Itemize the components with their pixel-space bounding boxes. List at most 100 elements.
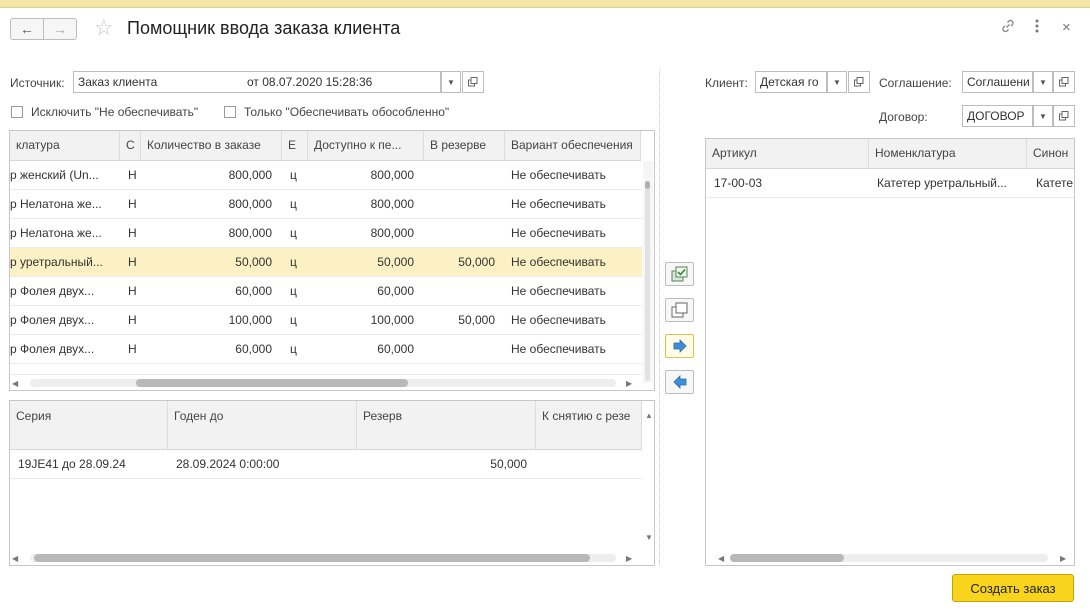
table-row[interactable]: р уретральный... Н 50,000 ц 50,000 50,000 Не о… xyxy=(10,248,642,277)
column-header[interactable]: Годен до xyxy=(168,401,357,450)
source-label: Источник: xyxy=(10,76,65,90)
copy-button[interactable] xyxy=(665,298,694,322)
only-separate-checkbox[interactable] xyxy=(224,106,236,118)
column-header[interactable]: В резерве xyxy=(424,131,505,161)
scroll-left-icon[interactable]: ◀ xyxy=(718,554,724,563)
favorite-star-icon[interactable]: ☆ xyxy=(94,15,114,41)
arrow-right-icon: → xyxy=(53,21,67,37)
unit-cell: ц xyxy=(290,284,297,298)
agreement-open-button[interactable] xyxy=(1053,71,1075,93)
order-lines-table[interactable]: Артикул Номенклатура Синон 17-00-03 Кате… xyxy=(705,138,1075,566)
table-row[interactable]: р женский (Un... Н 800,000 ц 800,000 Не обесп… xyxy=(10,161,642,190)
scroll-left-icon[interactable]: ◀ xyxy=(12,379,18,388)
client-field[interactable]: Детская го xyxy=(755,71,827,93)
arrow-right-icon xyxy=(673,339,687,353)
close-icon[interactable]: × xyxy=(1062,19,1071,36)
table-row[interactable]: р Фолея двух... Н 60,000 ц 60,000 Не обеспечи… xyxy=(10,335,642,364)
column-header[interactable]: Серия xyxy=(10,401,168,450)
column-header[interactable]: К снятию с резе xyxy=(536,401,642,450)
move-right-button[interactable] xyxy=(665,334,694,358)
back-button[interactable]: ← xyxy=(10,18,44,40)
table-row[interactable]: р Нелатона же... Н 800,000 ц 800,000 Не обесп… xyxy=(10,219,642,248)
column-header[interactable]: Количество в заказе xyxy=(141,131,282,161)
available-cell: 100,000 xyxy=(370,313,414,327)
chevron-down-icon: ▼ xyxy=(833,77,841,87)
unit-cell: ц xyxy=(290,342,297,356)
supply-option-cell: Не обеспечивать xyxy=(511,168,606,182)
nomenclature-cell: р Фолея двух... xyxy=(10,284,95,298)
nomenclature-cell: р Фолея двух... xyxy=(10,313,95,327)
column-header[interactable]: Доступно к пе... xyxy=(308,131,424,161)
scroll-right-icon[interactable]: ▶ xyxy=(1060,554,1066,563)
column-header[interactable]: Синон xyxy=(1027,139,1074,169)
scroll-up-icon[interactable]: ▲ xyxy=(645,411,653,420)
vertical-scroll-thumb[interactable] xyxy=(645,181,650,189)
series-table[interactable]: Серия Годен до Резерв К снятию с резе 19… xyxy=(9,400,655,566)
scroll-right-icon[interactable]: ▶ xyxy=(626,379,632,388)
column-header[interactable]: Е xyxy=(282,131,308,161)
panel-divider xyxy=(659,70,660,565)
table-row-partial[interactable] xyxy=(10,364,642,375)
type-cell: Н xyxy=(128,313,137,327)
ordered-qty-cell: 800,000 xyxy=(228,168,272,182)
expiry-cell: 28.09.2024 0:00:00 xyxy=(176,457,280,471)
type-cell: Н xyxy=(128,226,137,240)
article-cell: 17-00-03 xyxy=(714,176,763,190)
unit-cell: ц xyxy=(290,226,297,240)
create-order-button[interactable]: Создать заказ xyxy=(952,574,1074,602)
contract-field[interactable]: ДОГОВОР xyxy=(962,105,1033,127)
agreement-label: Соглашение: xyxy=(879,76,952,90)
column-header[interactable]: С xyxy=(120,131,141,161)
horizontal-scroll-track xyxy=(30,379,616,387)
forward-button[interactable]: → xyxy=(43,18,77,40)
release-cell xyxy=(536,450,642,478)
open-icon xyxy=(468,77,478,87)
nomenclature-cell: р Нелатона же... xyxy=(10,197,102,211)
exclude-checkbox-label: Исключить "Не обеспечивать" xyxy=(31,105,199,119)
add-all-button[interactable] xyxy=(665,262,694,286)
column-header[interactable]: Артикул xyxy=(706,139,869,169)
client-open-button[interactable] xyxy=(848,71,870,93)
table-row[interactable]: 17-00-03 Катетер уретральный... Катете xyxy=(706,169,1074,198)
source-open-button[interactable] xyxy=(462,71,484,93)
vertical-scrollbar[interactable] xyxy=(643,161,653,383)
goods-table[interactable]: клатура С Количество в заказе Е Доступно… xyxy=(9,130,655,391)
scroll-right-icon[interactable]: ▶ xyxy=(626,554,632,563)
agreement-dropdown-button[interactable]: ▼ xyxy=(1033,71,1053,93)
horizontal-scroll-thumb[interactable] xyxy=(136,379,408,387)
column-header[interactable]: Номенклатура xyxy=(869,139,1027,169)
vertical-scrollbar[interactable]: ▲ ▼ xyxy=(643,401,654,565)
chevron-down-icon: ▼ xyxy=(447,77,455,87)
series-cell: 19JE41 до 28.09.24 xyxy=(18,457,126,471)
column-header[interactable]: Вариант обеспечения xyxy=(505,131,641,161)
horizontal-scroll-thumb[interactable] xyxy=(730,554,844,562)
ordered-qty-cell: 100,000 xyxy=(228,313,272,327)
reserved-cell: 50,000 xyxy=(458,313,495,327)
scroll-down-icon[interactable]: ▼ xyxy=(645,533,653,542)
supply-option-cell: Не обеспечивать xyxy=(511,284,606,298)
supply-option-cell: Не обеспечивать xyxy=(511,226,606,240)
client-dropdown-button[interactable]: ▼ xyxy=(827,71,847,93)
more-menu-icon[interactable] xyxy=(1034,18,1040,39)
horizontal-scrollbar[interactable]: ◀ ▶ xyxy=(706,551,1074,565)
only-separate-checkbox-label: Только "Обеспечивать обособленно" xyxy=(244,105,450,119)
horizontal-scroll-thumb[interactable] xyxy=(34,554,590,562)
agreement-field[interactable]: Соглашени xyxy=(962,71,1033,93)
horizontal-scrollbar[interactable]: ◀ ▶ xyxy=(10,551,643,565)
move-left-button[interactable] xyxy=(665,370,694,394)
table-row[interactable]: 19JE41 до 28.09.24 28.09.2024 0:00:00 50… xyxy=(10,450,642,479)
table-row[interactable]: р Нелатона же... Н 800,000 ц 800,000 Не обесп… xyxy=(10,190,642,219)
link-icon[interactable] xyxy=(1000,18,1016,39)
column-header[interactable]: клатура xyxy=(10,131,120,161)
table-row[interactable]: р Фолея двух... Н 100,000 ц 100,000 50,000 Не … xyxy=(10,306,642,335)
contract-open-button[interactable] xyxy=(1053,105,1075,127)
source-dropdown-button[interactable]: ▼ xyxy=(441,71,461,93)
scroll-left-icon[interactable]: ◀ xyxy=(12,554,18,563)
horizontal-scrollbar[interactable]: ◀ ▶ xyxy=(10,375,643,390)
column-header[interactable]: Резерв xyxy=(357,401,536,450)
source-field[interactable]: Заказ клиента от 08.07.2020 15:28:36 xyxy=(73,71,441,93)
exclude-checkbox[interactable] xyxy=(11,106,23,118)
copy-check-icon xyxy=(671,266,687,282)
table-row[interactable]: р Фолея двух... Н 60,000 ц 60,000 Не обеспечи… xyxy=(10,277,642,306)
contract-dropdown-button[interactable]: ▼ xyxy=(1033,105,1053,127)
